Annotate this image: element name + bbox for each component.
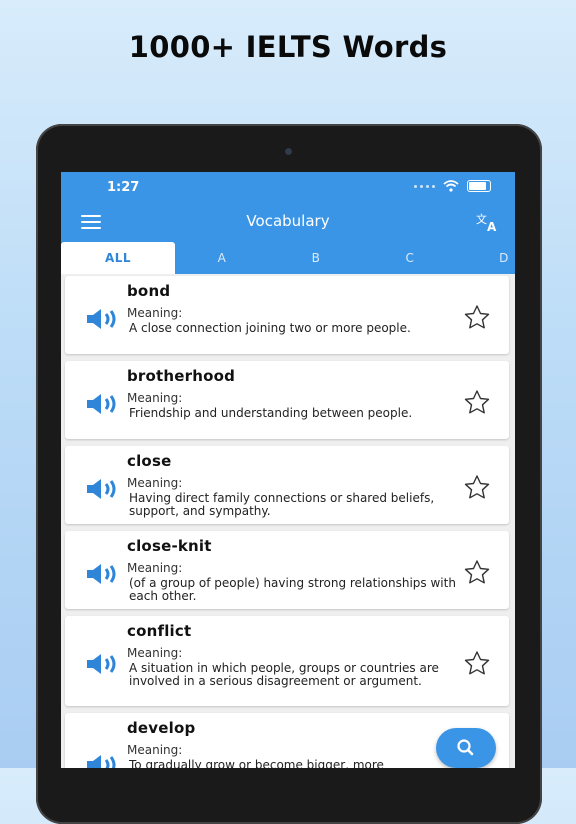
star-outline-icon[interactable] xyxy=(463,650,491,676)
speaker-icon[interactable] xyxy=(85,392,125,416)
letter-tabs: ALL A B C D xyxy=(61,242,515,274)
battery-icon xyxy=(467,180,491,192)
meaning-label: Meaning: xyxy=(127,476,183,490)
word-card[interactable]: conflict Meaning: A situation in which p… xyxy=(65,616,509,706)
word-definition: To gradually grow or become bigger, more xyxy=(129,758,384,769)
star-outline-icon[interactable] xyxy=(463,304,491,330)
word-definition: Having direct family connections or shar… xyxy=(129,491,435,518)
word-definition: (of a group of people) having strong rel… xyxy=(129,576,456,603)
word-title: conflict xyxy=(127,622,192,640)
word-title: brotherhood xyxy=(127,367,236,385)
word-card[interactable]: close Meaning: Having direct family conn… xyxy=(65,446,509,524)
app-title: Vocabulary xyxy=(246,212,330,230)
word-card[interactable]: brotherhood Meaning: Friendship and unde… xyxy=(65,361,509,439)
tab-a[interactable]: A xyxy=(175,242,269,274)
meaning-label: Meaning: xyxy=(127,391,183,405)
meaning-label: Meaning: xyxy=(127,743,183,757)
app-bar: Vocabulary 文 A xyxy=(61,202,515,242)
svg-text:A: A xyxy=(487,220,497,233)
headline: 1000+ IELTS Words xyxy=(128,30,448,64)
word-card[interactable]: bond Meaning: A close connection joining… xyxy=(65,276,509,354)
tab-c[interactable]: C xyxy=(363,242,457,274)
meaning-label: Meaning: xyxy=(127,646,183,660)
tab-b[interactable]: B xyxy=(269,242,363,274)
status-icons xyxy=(414,180,491,192)
status-time: 1:27 xyxy=(107,180,140,195)
speaker-icon[interactable] xyxy=(85,652,125,676)
word-definition: A close connection joining two or more p… xyxy=(129,321,411,335)
word-title: develop xyxy=(127,719,196,737)
word-title: bond xyxy=(127,282,171,300)
tab-all[interactable]: ALL xyxy=(61,242,175,274)
speaker-icon[interactable] xyxy=(85,307,125,331)
meaning-label: Meaning: xyxy=(127,561,183,575)
speaker-icon[interactable] xyxy=(85,477,125,501)
word-title: close xyxy=(127,452,172,470)
tab-d[interactable]: D xyxy=(457,242,515,274)
search-button[interactable] xyxy=(436,728,496,768)
translate-icon[interactable]: 文 A xyxy=(475,211,501,233)
app-screen: 1:27 Vocabulary 文 A ALL A B C D bond Mea… xyxy=(61,172,515,768)
star-outline-icon[interactable] xyxy=(463,559,491,585)
meaning-label: Meaning: xyxy=(127,306,183,320)
word-title: close-knit xyxy=(127,537,212,555)
word-definition: Friendship and understanding between peo… xyxy=(129,406,413,420)
star-outline-icon[interactable] xyxy=(463,474,491,500)
svg-text:文: 文 xyxy=(476,212,487,226)
speaker-icon[interactable] xyxy=(85,562,125,586)
search-icon xyxy=(457,739,474,756)
signal-icon xyxy=(414,184,435,188)
speaker-icon[interactable] xyxy=(85,753,125,768)
camera-dot xyxy=(285,148,292,155)
wifi-icon xyxy=(443,180,459,192)
word-card[interactable]: close-knit Meaning: (of a group of peopl… xyxy=(65,531,509,609)
word-definition: A situation in which people, groups or c… xyxy=(129,661,439,688)
star-outline-icon[interactable] xyxy=(463,389,491,415)
status-bar: 1:27 xyxy=(61,172,515,202)
